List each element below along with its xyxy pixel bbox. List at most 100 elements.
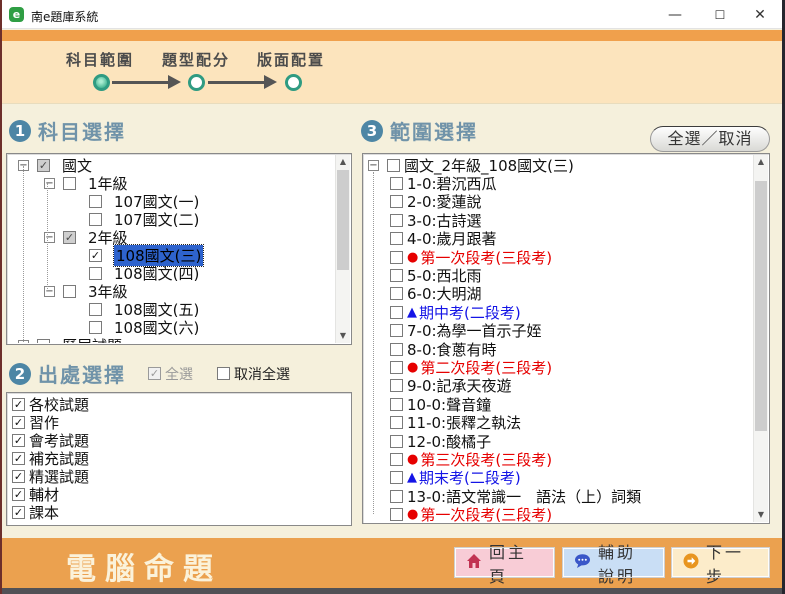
- source-list-item[interactable]: ✓課本: [8, 503, 350, 521]
- range-tree-item[interactable]: ▲期末考(二段考): [364, 469, 753, 487]
- checkbox[interactable]: [89, 195, 102, 208]
- checkbox[interactable]: [37, 339, 50, 344]
- range-tree-item[interactable]: 11-0:張釋之執法: [364, 413, 753, 431]
- tree-item[interactable]: 108國文(五): [8, 300, 335, 318]
- range-tree-item[interactable]: 6-0:大明湖: [364, 285, 753, 303]
- checkbox[interactable]: ✓: [37, 159, 50, 172]
- scroll-down-icon[interactable]: ▼: [754, 508, 768, 522]
- checkbox[interactable]: [387, 159, 400, 172]
- range-tree-item[interactable]: 8-0:食蔥有時: [364, 340, 753, 358]
- tree-item-label[interactable]: 108國文(六): [114, 317, 199, 338]
- help-button[interactable]: 輔助說明: [563, 548, 664, 577]
- expand-toggle-icon[interactable]: −: [44, 286, 55, 297]
- select-all-checkbox[interactable]: ✓: [148, 367, 161, 380]
- expand-toggle-icon[interactable]: −: [368, 160, 379, 171]
- tree-item[interactable]: ✓108國文(三): [8, 246, 335, 264]
- tree-connector-line: [373, 172, 374, 514]
- close-button[interactable]: ✕: [745, 5, 775, 25]
- tree-item[interactable]: −1年級: [8, 174, 335, 192]
- checkbox[interactable]: ✓: [12, 398, 25, 411]
- range-tree-item[interactable]: 13-0:語文常識一 語法（上）詞類: [364, 487, 753, 505]
- range-tree-item[interactable]: 7-0:為學一首示子姪: [364, 322, 753, 340]
- checkbox[interactable]: ✓: [12, 434, 25, 447]
- scroll-up-icon[interactable]: ▲: [754, 155, 768, 169]
- range-tree-item[interactable]: 2-0:愛蓮說: [364, 193, 753, 211]
- tree-item-label[interactable]: 歷屆試題: [62, 335, 122, 344]
- subject-tree-scrollbar[interactable]: ▲ ▼: [335, 155, 350, 343]
- range-tree-item[interactable]: ▲期中考(二段考): [364, 303, 753, 321]
- range-tree-item[interactable]: 5-0:西北雨: [364, 266, 753, 284]
- tree-item[interactable]: −3年級: [8, 282, 335, 300]
- exam-red-dot-icon: ●: [407, 507, 418, 522]
- tree-item[interactable]: 108國文(四): [8, 264, 335, 282]
- checkbox[interactable]: ✓: [12, 506, 25, 519]
- checkbox[interactable]: [89, 213, 102, 226]
- tree-item[interactable]: −✓國文: [8, 156, 335, 174]
- checkbox[interactable]: ✓: [12, 416, 25, 429]
- back-to-home-button[interactable]: 回主頁: [455, 548, 554, 577]
- tree-item[interactable]: 107國文(二): [8, 210, 335, 228]
- checkbox[interactable]: [390, 269, 403, 282]
- range-tree-item[interactable]: ●第三次段考(三段考): [364, 450, 753, 468]
- checkbox[interactable]: [63, 177, 76, 190]
- range-tree-item[interactable]: 4-0:歲月跟著: [364, 230, 753, 248]
- expand-toggle-icon[interactable]: −: [44, 178, 55, 189]
- checkbox[interactable]: [390, 232, 403, 245]
- checkbox[interactable]: [390, 343, 403, 356]
- checkbox[interactable]: [390, 453, 403, 466]
- scrollbar-thumb[interactable]: [755, 181, 767, 431]
- scroll-up-icon[interactable]: ▲: [336, 155, 350, 169]
- checkbox[interactable]: ✓: [12, 470, 25, 483]
- checkbox[interactable]: [89, 267, 102, 280]
- minimize-button[interactable]: —: [660, 5, 690, 25]
- select-toggle-all-button[interactable]: 全選／取消: [650, 126, 770, 152]
- source-list-item[interactable]: ✓精選試題: [8, 467, 350, 485]
- range-tree-item[interactable]: 9-0:記承天夜遊: [364, 377, 753, 395]
- source-list-item[interactable]: ✓補充試題: [8, 449, 350, 467]
- range-tree-item[interactable]: 12-0:酸橘子: [364, 432, 753, 450]
- checkbox[interactable]: ✓: [12, 488, 25, 501]
- next-step-button[interactable]: 下一步: [672, 548, 769, 577]
- checkbox[interactable]: [390, 471, 403, 484]
- checkbox[interactable]: [390, 214, 403, 227]
- range-root-item[interactable]: −國文_2年級_108國文(三): [364, 156, 753, 174]
- checkbox[interactable]: [390, 287, 403, 300]
- source-list-item[interactable]: ✓習作: [8, 413, 350, 431]
- checkbox[interactable]: [390, 324, 403, 337]
- checkbox[interactable]: ✓: [12, 452, 25, 465]
- checkbox[interactable]: [89, 303, 102, 316]
- checkbox[interactable]: [390, 379, 403, 392]
- checkbox[interactable]: ✓: [89, 249, 102, 262]
- checkbox[interactable]: ✓: [63, 231, 76, 244]
- range-tree-item[interactable]: 10-0:聲音鐘: [364, 395, 753, 413]
- range-tree-item[interactable]: ●第一次段考(三段考): [364, 248, 753, 266]
- checkbox[interactable]: [390, 306, 403, 319]
- tree-item[interactable]: 108國文(六): [8, 318, 335, 336]
- checkbox[interactable]: [390, 508, 403, 521]
- checkbox[interactable]: [390, 177, 403, 190]
- checkbox[interactable]: [390, 435, 403, 448]
- checkbox[interactable]: [390, 416, 403, 429]
- scroll-down-icon[interactable]: ▼: [336, 329, 350, 343]
- checkbox[interactable]: [390, 361, 403, 374]
- deselect-all-checkbox[interactable]: [217, 367, 230, 380]
- source-list-item[interactable]: ✓輔材: [8, 485, 350, 503]
- tree-item[interactable]: 107國文(一): [8, 192, 335, 210]
- scrollbar-thumb[interactable]: [337, 170, 349, 270]
- expand-toggle-icon[interactable]: −: [44, 232, 55, 243]
- tree-item[interactable]: −✓2年級: [8, 228, 335, 246]
- range-tree-item[interactable]: 1-0:碧沉西瓜: [364, 174, 753, 192]
- checkbox[interactable]: [390, 251, 403, 264]
- checkbox[interactable]: [390, 398, 403, 411]
- checkbox[interactable]: [390, 195, 403, 208]
- range-tree-scrollbar[interactable]: ▲ ▼: [753, 155, 768, 522]
- range-tree-item[interactable]: ●第二次段考(三段考): [364, 358, 753, 376]
- checkbox[interactable]: [390, 490, 403, 503]
- checkbox[interactable]: [89, 321, 102, 334]
- source-list-item[interactable]: ✓會考試題: [8, 431, 350, 449]
- range-tree-item[interactable]: ●第一次段考(三段考): [364, 505, 753, 522]
- maximize-button[interactable]: ☐: [705, 5, 735, 25]
- checkbox[interactable]: [63, 285, 76, 298]
- source-list-item[interactable]: ✓各校試題: [8, 395, 350, 413]
- range-tree-item[interactable]: 3-0:古詩選: [364, 211, 753, 229]
